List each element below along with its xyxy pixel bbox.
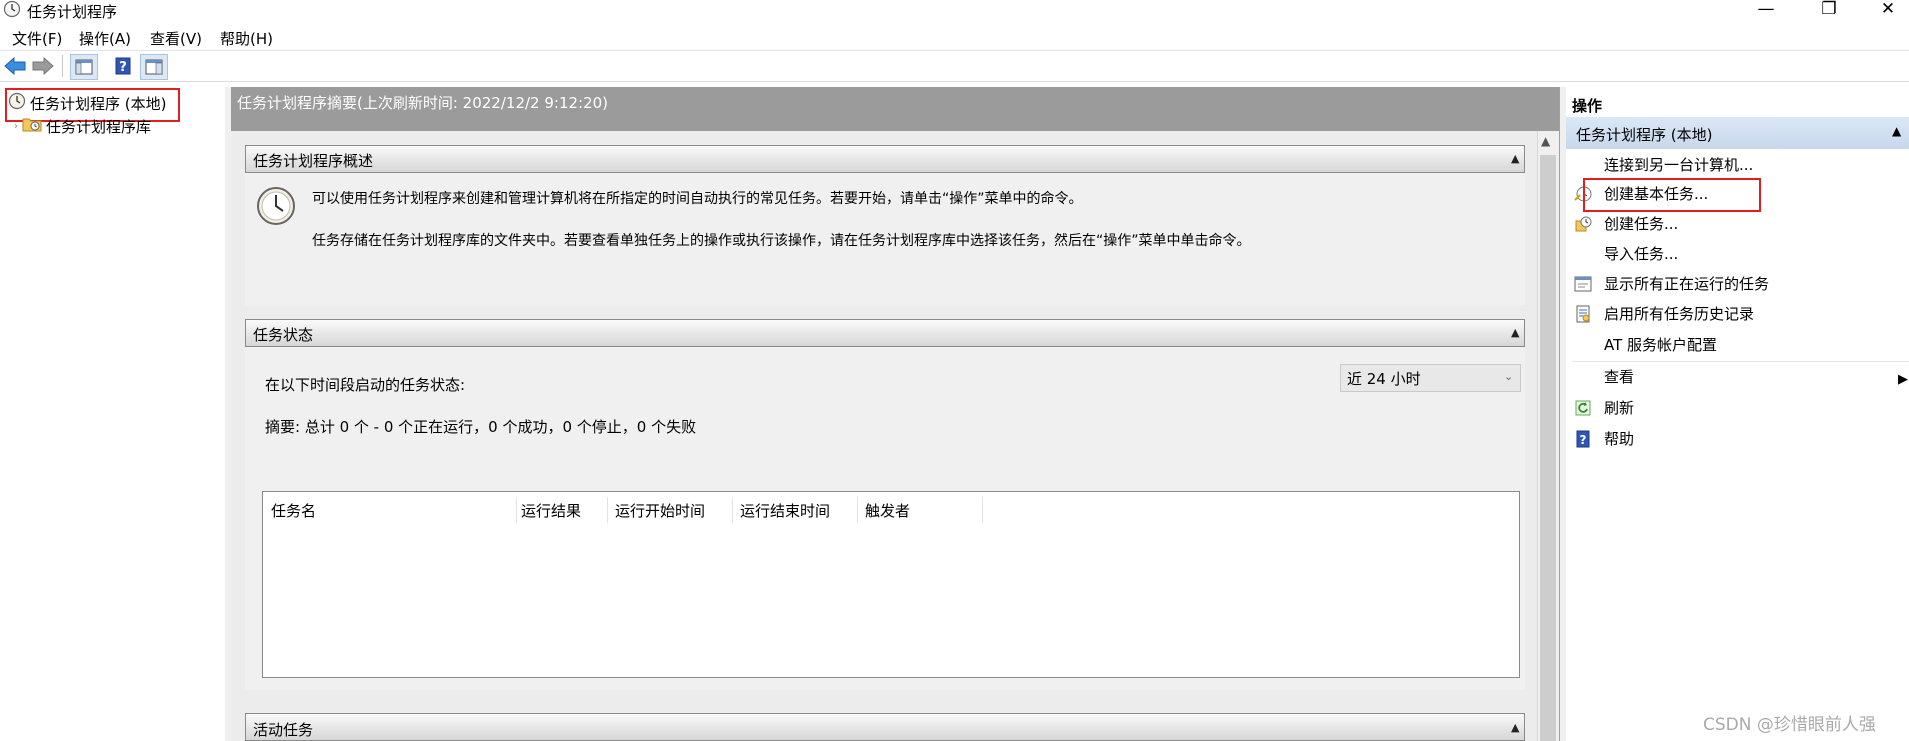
column-divider[interactable]	[607, 497, 608, 523]
overview-section-header[interactable]	[245, 145, 1525, 173]
menu-file[interactable]: 文件(F)	[12, 28, 62, 49]
overview-section-title: 任务计划程序概述	[253, 152, 374, 170]
history-log-icon	[1574, 305, 1592, 323]
status-summary: 摘要: 总计 0 个 - 0 个正在运行，0 个成功，0 个停止，0 个失败	[265, 418, 697, 436]
scrollbar-thumb[interactable]	[1540, 155, 1556, 741]
actions-group-title: 任务计划程序 (本地)	[1576, 126, 1713, 144]
folder-clock-icon	[22, 115, 42, 137]
actions-pane-header	[1566, 91, 1909, 117]
blank-icon	[1574, 336, 1592, 354]
toolbar	[0, 51, 1909, 82]
action-create-task[interactable]: 创建任务...	[1572, 209, 1909, 238]
scroll-up-icon[interactable]: ▲	[1541, 134, 1550, 148]
show-hide-tree-icon[interactable]	[70, 54, 98, 80]
title-bar	[0, 0, 1909, 24]
task-clock-icon	[1574, 215, 1592, 233]
action-connect-computer[interactable]: 连接到另一台计算机...	[1572, 150, 1909, 179]
action-enable-history[interactable]: 启用所有任务历史记录	[1572, 299, 1909, 328]
column-divider[interactable]	[857, 497, 858, 523]
restore-button[interactable]: ❐	[1806, 0, 1852, 20]
action-help[interactable]: ? 帮助	[1572, 424, 1909, 453]
help-icon[interactable]: ?	[110, 54, 136, 78]
status-section-title: 任务状态	[253, 326, 314, 344]
pane-splitter[interactable]	[1559, 87, 1566, 741]
navigation-tree	[0, 87, 226, 741]
refresh-icon	[1574, 399, 1592, 417]
column-header-run-start[interactable]: 运行开始时间	[615, 497, 732, 523]
menu-bar	[0, 24, 1909, 51]
tree-item-label: 任务计划程序库	[46, 117, 152, 136]
column-divider[interactable]	[982, 497, 983, 523]
column-header-task-name[interactable]: 任务名	[271, 497, 516, 523]
highlight-box	[1583, 178, 1761, 212]
menu-view[interactable]: 查看(V)	[150, 28, 202, 49]
help-icon: ?	[1574, 430, 1592, 448]
show-hide-action-pane-icon[interactable]	[140, 54, 168, 80]
column-header-run-end[interactable]: 运行结束时间	[740, 497, 857, 523]
column-header-run-result[interactable]: 运行结果	[521, 497, 606, 523]
watermark: CSDN @珍惜眼前人强	[1703, 715, 1876, 735]
time-range-select[interactable]: 近 24 小时	[1340, 364, 1521, 392]
action-refresh[interactable]: 刷新	[1572, 393, 1909, 422]
forward-arrow-icon[interactable]	[30, 54, 56, 78]
action-show-running[interactable]: 显示所有正在运行的任务	[1572, 269, 1909, 298]
clock-icon	[256, 186, 296, 226]
blank-icon	[1574, 368, 1592, 386]
column-divider[interactable]	[516, 497, 517, 523]
chevron-right-icon[interactable]: ›	[14, 121, 18, 132]
summary-header-text: 任务计划程序摘要(上次刷新时间: 2022/12/2 9:12:20)	[237, 94, 609, 112]
action-view[interactable]: 查看	[1572, 362, 1909, 391]
action-at-service-config[interactable]: AT 服务帐户配置	[1572, 330, 1909, 359]
submenu-arrow-icon[interactable]: ▶	[1898, 372, 1908, 387]
overview-text-line2: 任务存储在任务计划程序库的文件夹中。若要查看单独任务上的操作或执行该操作，请在任…	[312, 233, 1251, 249]
collapse-caret-icon[interactable]: ▲	[1511, 721, 1519, 734]
tree-item-library[interactable]: › 任务计划程序库	[14, 115, 151, 137]
column-header-trigger[interactable]: 触发者	[865, 497, 982, 523]
collapse-caret-icon[interactable]: ▲	[1511, 152, 1519, 165]
time-range-value: 近 24 小时	[1347, 369, 1421, 388]
close-button[interactable]: ✕	[1865, 0, 1909, 20]
overview-text-line1: 可以使用任务计划程序来创建和管理计算机将在所指定的时间自动执行的常见任务。若要开…	[312, 191, 1083, 207]
menu-action[interactable]: 操作(A)	[79, 28, 131, 49]
running-tasks-icon	[1574, 275, 1592, 293]
svg-text:?: ?	[119, 60, 127, 75]
active-tasks-section-header[interactable]	[245, 713, 1525, 741]
back-arrow-icon[interactable]	[2, 54, 28, 78]
status-range-label: 在以下时间段启动的任务状态:	[265, 376, 466, 394]
chevron-down-icon[interactable]: ⌄	[1504, 370, 1513, 383]
action-import-task[interactable]: 导入任务...	[1572, 239, 1909, 268]
blank-icon	[1574, 156, 1592, 174]
toolbar-separator	[62, 55, 63, 77]
blank-icon	[1574, 245, 1592, 263]
clock-icon	[3, 0, 21, 18]
collapse-caret-icon[interactable]: ▲	[1892, 124, 1901, 138]
svg-text:?: ?	[1580, 433, 1587, 447]
active-tasks-section-title: 活动任务	[253, 721, 314, 739]
window-title: 任务计划程序	[27, 3, 118, 21]
column-divider[interactable]	[732, 497, 733, 523]
actions-pane-title: 操作	[1572, 97, 1603, 115]
minimize-button[interactable]: —	[1743, 0, 1789, 20]
collapse-caret-icon[interactable]: ▲	[1511, 326, 1519, 339]
menu-help[interactable]: 帮助(H)	[220, 28, 273, 49]
status-section-header[interactable]	[245, 319, 1525, 347]
